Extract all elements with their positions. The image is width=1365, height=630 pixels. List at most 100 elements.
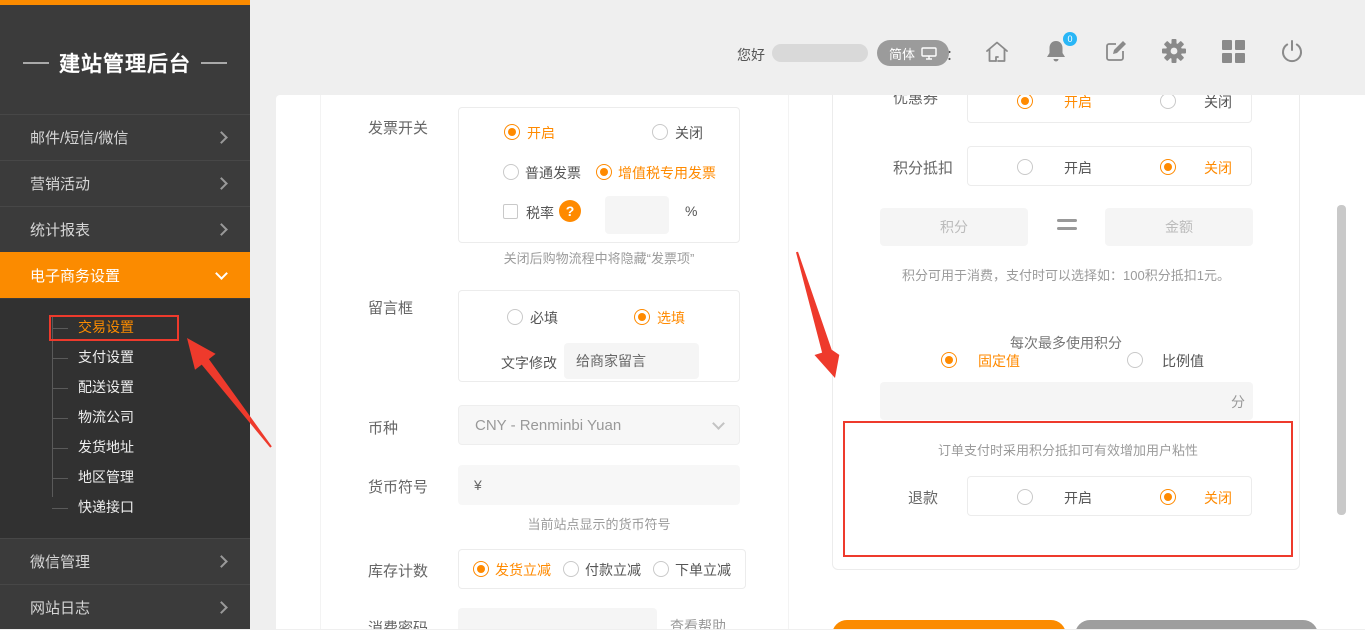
help-question-icon[interactable]: ? [559,200,581,222]
invoice-off-label: 关闭 [675,123,703,143]
invoice-vat-radio[interactable] [596,164,612,180]
panel-divider [788,95,789,629]
message-text-input[interactable] [564,343,699,379]
stock-count-label: 库存计数 [368,560,428,581]
settings-gear-icon[interactable] [1161,38,1189,66]
tax-rate-label: 税率 [526,203,554,223]
coupon-on-label: 开启 [1064,95,1092,112]
language-site-button[interactable]: 简体 [877,40,949,66]
points-unit-suffix: 分 [1231,392,1245,412]
sidebar-item-shipping-address[interactable]: 发货地址 [78,437,238,459]
invoice-on-label: 开启 [527,123,555,143]
currency-label: 币种 [368,417,398,438]
app-title: 建站管理后台 [0,48,250,78]
chevron-right-icon [215,555,228,568]
sidebar-item-label: 营销活动 [30,173,217,194]
top-header: 您好 管理站点： 简体 0 [250,0,1365,95]
sidebar-item-label: 电子商务设置 [30,265,217,286]
invoice-on-radio[interactable] [504,124,520,140]
invoice-off-radio[interactable] [652,124,668,140]
percent-sign: % [685,203,697,219]
coupon-off-radio[interactable] [1160,95,1176,109]
panel-divider [320,95,321,629]
sidebar-item-trade-settings[interactable]: 交易设置 [78,317,238,339]
text-edit-label: 文字修改 [501,353,557,373]
stock-order-radio[interactable] [653,561,669,577]
currency-value: CNY - Renminbi Yuan [475,417,621,434]
sidebar-item-delivery-settings[interactable]: 配送设置 [78,377,238,399]
grid-square [1235,40,1245,50]
points-deduct-groupbox: 开启 关闭 [967,146,1252,186]
currency-select[interactable]: CNY - Renminbi Yuan [458,405,740,445]
message-optional-radio[interactable] [634,309,650,325]
grid-square [1222,40,1232,50]
grid-square [1235,53,1245,63]
sidebar-item-express-interface[interactable]: 快递接口 [78,497,238,519]
greeting-text: 您好 [737,45,765,65]
save-button[interactable] [832,620,1066,629]
refund-on-label: 开启 [1064,488,1092,508]
sidebar-item-label: 微信管理 [30,551,217,572]
refund-on-radio[interactable] [1017,489,1033,505]
message-required-radio[interactable] [507,309,523,325]
message-optional-label: 选填 [657,308,685,328]
submenu-tree-line [52,315,53,497]
currency-symbol-label: 货币符号 [368,476,428,497]
sidebar-item-ecommerce-settings[interactable]: 电子商务设置 [0,252,250,298]
points-off-radio[interactable] [1160,159,1176,175]
stock-count-groupbox: 发货立减 付款立减 下单立减 [458,549,746,589]
view-help-link[interactable]: 查看帮助 [670,616,726,629]
ratio-value-radio[interactable] [1127,352,1143,368]
chevron-right-icon [215,177,228,190]
tax-rate-input[interactable] [605,196,669,234]
sidebar-item-statistics[interactable]: 统计报表 [0,206,250,252]
compose-edit-icon[interactable] [1103,38,1131,66]
points-on-radio[interactable] [1017,159,1033,175]
coupon-on-radio[interactable] [1017,95,1033,109]
invoice-switch-label: 发票开关 [368,117,428,138]
sticky-hint: 订单支付时采用积分抵扣可有效增加用户粘性 [843,440,1293,459]
chevron-right-icon [215,601,228,614]
refund-label: 退款 [908,487,938,508]
points-input[interactable] [880,208,1028,246]
title-dash-left [23,62,49,64]
tax-rate-checkbox[interactable] [503,204,518,219]
sidebar-item-site-log[interactable]: 网站日志 [0,584,250,630]
points-usage-hint: 积分可用于消费，支付时可以选择如：100积分抵扣1元。 [832,265,1300,284]
points-off-label: 关闭 [1204,158,1232,178]
home-icon[interactable] [983,38,1011,66]
amount-input[interactable] [1105,208,1253,246]
sidebar-item-label: 网站日志 [30,597,217,618]
refund-off-radio[interactable] [1160,489,1176,505]
cancel-button[interactable] [1075,620,1318,629]
scrollbar-thumb[interactable] [1337,205,1346,515]
sidebar-item-payment-settings[interactable]: 支付设置 [78,347,238,369]
invoice-normal-radio[interactable] [503,164,519,180]
points-deduct-label: 积分抵扣 [893,157,953,178]
app-title-text: 建站管理后台 [59,48,191,78]
max-points-input[interactable] [880,382,1253,420]
pay-password-input[interactable] [458,608,657,629]
grid-square [1222,53,1232,63]
notification-badge: 0 [1063,32,1077,46]
sidebar: 建站管理后台 邮件/短信/微信 营销活动 统计报表 电子商务设置 交易设置 支付… [0,0,250,629]
sidebar-item-marketing[interactable]: 营销活动 [0,160,250,206]
notifications-bell-icon[interactable]: 0 [1043,38,1071,66]
power-logout-icon[interactable] [1279,38,1307,66]
sidebar-item-region-management[interactable]: 地区管理 [78,467,238,489]
apps-grid-icon[interactable] [1220,38,1248,66]
ratio-value-label: 比例值 [1162,351,1204,371]
main-content: 发票开关 开启 关闭 普通发票 增值税专用发票 税率 ? % 关闭后购物流程中将… [276,95,1365,629]
sidebar-item-mail-sms-wechat[interactable]: 邮件/短信/微信 [0,114,250,160]
chevron-down-icon [215,267,228,280]
coupon-label-partial: 优惠券 [893,95,938,108]
fixed-value-radio[interactable] [941,352,957,368]
stock-pay-label: 付款立减 [585,560,641,580]
currency-symbol-input[interactable] [458,465,740,505]
invoice-hint: 关闭后购物流程中将隐藏“发票项” [458,248,740,267]
stock-pay-radio[interactable] [563,561,579,577]
sidebar-item-wechat-management[interactable]: 微信管理 [0,538,250,584]
currency-symbol-hint: 当前站点显示的货币符号 [458,514,740,533]
sidebar-item-logistics-company[interactable]: 物流公司 [78,407,238,429]
stock-ship-radio[interactable] [473,561,489,577]
